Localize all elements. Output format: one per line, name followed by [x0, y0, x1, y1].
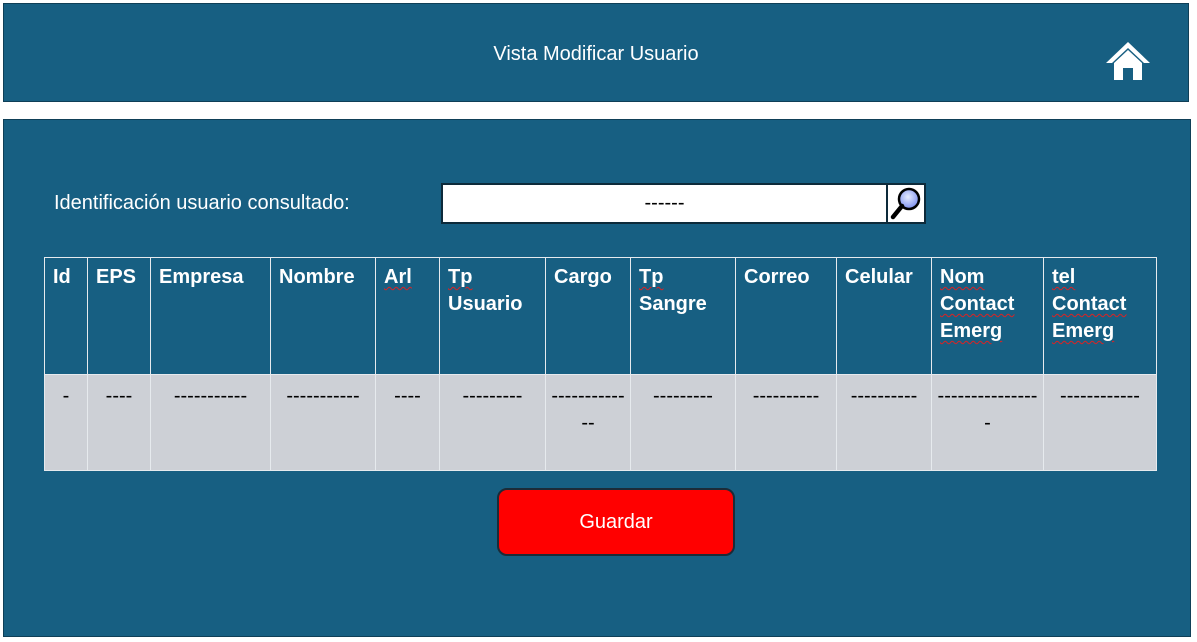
cell-eps: ---- — [87, 374, 151, 471]
column-header-eps: EPS — [87, 257, 151, 375]
cell-arl: ---- — [375, 374, 440, 471]
save-button[interactable]: Guardar — [497, 488, 735, 556]
column-header-tel-contact-emerg: tel Contact Emerg — [1043, 257, 1157, 375]
user-table: Id EPS Empresa Nombre Arl Tp Usuario Carg… — [44, 257, 1157, 471]
cell-tp-usuario: --------- — [439, 374, 546, 471]
search-input[interactable] — [441, 183, 888, 224]
cell-cargo: ------------- — [545, 374, 631, 471]
column-header-nombre: Nombre — [270, 257, 376, 375]
cell-tel-contact-emerg: ------------ — [1043, 374, 1157, 471]
cell-empresa: ----------- — [150, 374, 271, 471]
cell-nombre: ----------- — [270, 374, 376, 471]
main-panel: Identificación usuario consultado: Id EP… — [3, 119, 1191, 637]
table-header-row: Id EPS Empresa Nombre Arl Tp Usuario Carg… — [44, 257, 1157, 375]
column-header-arl: Arl — [375, 257, 440, 375]
cell-nom-contact-emerg: ---------------- — [931, 374, 1044, 471]
column-header-tp-sangre: Tp Sangre — [630, 257, 736, 375]
magnifier-icon — [890, 187, 921, 220]
cell-celular: ---------- — [836, 374, 932, 471]
cell-tp-sangre: --------- — [630, 374, 736, 471]
search-button[interactable] — [886, 183, 926, 224]
column-header-tp-usuario: Tp Usuario — [439, 257, 546, 375]
column-header-empresa: Empresa — [150, 257, 271, 375]
column-header-correo: Correo — [735, 257, 837, 375]
column-header-cargo: Cargo — [545, 257, 631, 375]
column-header-id: Id — [44, 257, 88, 375]
column-header-celular: Celular — [836, 257, 932, 375]
header-bar: Vista Modificar Usuario — [3, 3, 1189, 102]
cell-id: - — [44, 374, 88, 471]
column-header-nom-contact-emerg: Nom Contact Emerg — [931, 257, 1044, 375]
table-row[interactable]: - ---- ----------- ----------- ---- ----… — [44, 374, 1157, 471]
search-label: Identificación usuario consultado: — [54, 192, 350, 214]
cell-correo: ---------- — [735, 374, 837, 471]
home-icon[interactable] — [1104, 39, 1152, 83]
page-title: Vista Modificar Usuario — [493, 43, 699, 65]
